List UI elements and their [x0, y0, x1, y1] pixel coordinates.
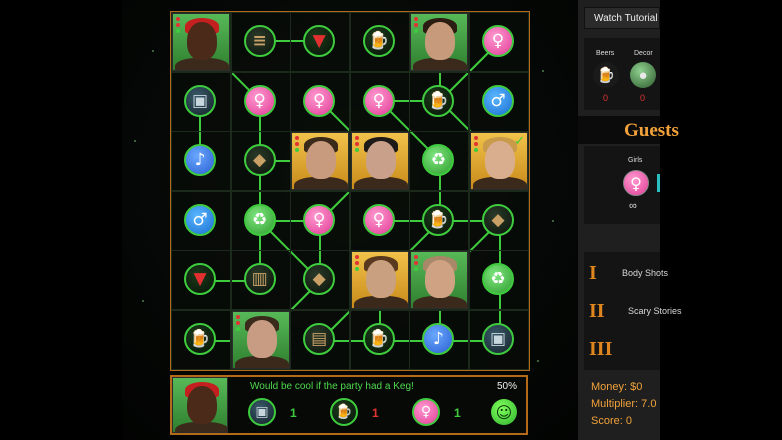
- activity-body-shots[interactable]: Body Shots: [622, 268, 668, 278]
- request-item-count: 1: [372, 406, 379, 420]
- money-stat: Money: $0: [591, 381, 642, 393]
- speaker-icon[interactable]: ▣: [482, 323, 514, 355]
- girls-value: ∞: [629, 200, 637, 212]
- beer-mug-icon: 🍺: [330, 398, 358, 426]
- portrait-smiling-guy[interactable]: [410, 13, 469, 71]
- portrait-young-guy[interactable]: [231, 311, 290, 369]
- checkmark-icon: ✓: [514, 134, 525, 150]
- girls-label: Girls: [628, 157, 643, 164]
- female-symbol-icon[interactable]: ♀: [243, 84, 276, 117]
- beer-mug-icon[interactable]: 🍺: [184, 323, 216, 355]
- letterbox-left: [0, 0, 122, 440]
- food-icon[interactable]: ◆: [243, 144, 276, 177]
- male-symbol-icon[interactable]: ♂: [184, 203, 216, 236]
- guests-title: Guests: [578, 116, 679, 144]
- beer-mug-icon[interactable]: 🍺: [362, 323, 395, 355]
- score-value: 0: [625, 415, 632, 427]
- female-symbol-icon[interactable]: ♀: [482, 25, 514, 57]
- disco-ball-icon[interactable]: ●: [630, 62, 656, 88]
- activity-numeral-1: I: [589, 262, 597, 284]
- decor-label: Decor: [634, 50, 653, 57]
- female-symbol-icon[interactable]: ♀: [362, 84, 395, 117]
- recycle-icon[interactable]: ♻: [243, 203, 276, 236]
- speaker-icon: ▣: [248, 398, 276, 426]
- red-cup-icon[interactable]: ▼: [303, 25, 336, 57]
- keg-icon[interactable]: ▤: [303, 323, 336, 355]
- beers-value: 0: [603, 93, 609, 103]
- multiplier-stat: Multiplier: 7.0: [591, 398, 656, 410]
- score-stat: Score: 0: [591, 415, 632, 427]
- portrait-dark-hair-guy[interactable]: [350, 132, 409, 191]
- mood-dots: [295, 136, 300, 154]
- mood-dots: [474, 136, 479, 154]
- mood-dots: [235, 315, 241, 333]
- multiplier-label: Multiplier:: [591, 398, 639, 410]
- happy-face-icon: ☺: [491, 399, 517, 425]
- mood-dots: [354, 255, 360, 273]
- money-label: Money:: [591, 381, 628, 393]
- mood-dots: [414, 17, 419, 35]
- beers-label: Beers: [596, 50, 615, 57]
- female-symbol-icon[interactable]: ♀: [362, 203, 395, 236]
- game-screen: ≡ ▼ 🍺 ♀ ▣ ♀ ♀ ♀ 🍺 ♂ ♪ ◆ ♻ ✓ ♂ ♻ ♀ ♀ 🍺 ◆ ▼ ▥ ◆ ♻ 🍺 ▤ 🍺 ♪ ▣ Would be c…: [0, 0, 782, 440]
- mood-dots: [414, 255, 419, 273]
- portrait-blond-guy[interactable]: ✓: [470, 132, 528, 191]
- score-label: Score:: [591, 415, 623, 427]
- activity-numeral-3: III: [589, 338, 613, 360]
- female-symbol-icon[interactable]: ♀: [623, 170, 649, 196]
- activity-numeral-2: II: [589, 300, 605, 322]
- beer-mug-icon[interactable]: 🍺: [422, 203, 455, 236]
- portrait-curly-guy[interactable]: [291, 132, 350, 191]
- drinks-icon[interactable]: ▥: [243, 263, 276, 296]
- request-percent: 50%: [497, 381, 518, 392]
- beer-mug-icon[interactable]: 🍺: [422, 84, 455, 117]
- pizza-icon[interactable]: ◆: [482, 203, 514, 236]
- female-symbol-icon[interactable]: ♀: [303, 203, 336, 236]
- next-guest-icon: [657, 174, 660, 192]
- male-symbol-icon[interactable]: ♂: [482, 84, 514, 117]
- request-guest-portrait[interactable]: [172, 377, 228, 433]
- portrait-brown-hair-guy[interactable]: [350, 251, 409, 310]
- beer-mug-icon[interactable]: 🍺: [362, 25, 395, 57]
- mood-dots: [176, 17, 181, 35]
- request-item-count: 1: [290, 406, 297, 420]
- activity-scary-stories[interactable]: Scary Stories: [628, 306, 682, 316]
- portrait-bald-guy[interactable]: [410, 251, 469, 310]
- portrait-dreadlocks-guy[interactable]: [172, 13, 230, 71]
- letterbox-right: [660, 0, 782, 440]
- mood-dots: [354, 136, 360, 154]
- female-symbol-icon[interactable]: ♀: [303, 84, 336, 117]
- request-message: Would be cool if the party had a Keg!: [250, 381, 414, 392]
- speaker-icon[interactable]: ▣: [184, 84, 216, 117]
- money-value: $0: [630, 381, 643, 393]
- beer-mug-icon[interactable]: 🍺: [593, 62, 619, 88]
- watch-tutorial-button[interactable]: Watch Tutorial: [584, 7, 660, 29]
- decor-value: 0: [640, 93, 646, 103]
- female-symbol-icon: ♀: [412, 398, 440, 426]
- plate-icon[interactable]: ≡: [243, 25, 276, 57]
- request-item-count: 1: [454, 406, 461, 420]
- music-note-icon[interactable]: ♪: [184, 144, 216, 177]
- multiplier-value: 7.0: [641, 398, 657, 410]
